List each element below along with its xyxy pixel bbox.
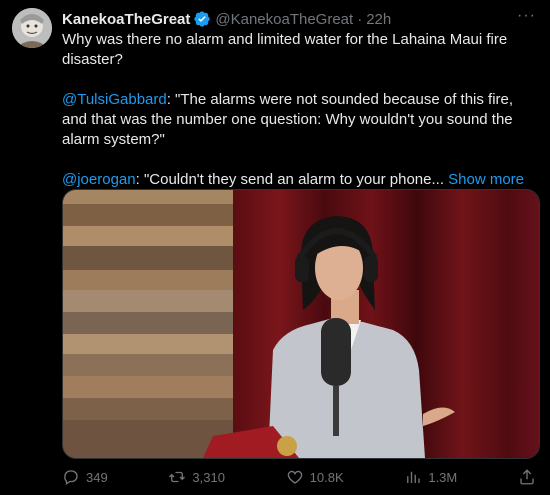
author-name[interactable]: KanekoaTheGreat — [62, 11, 190, 28]
repost-button[interactable]: 3,310 — [168, 468, 225, 486]
views-count: 1.3M — [428, 469, 458, 485]
verified-icon — [193, 10, 211, 28]
views-button[interactable]: 1.3M — [404, 468, 457, 486]
timestamp[interactable]: 22h — [366, 11, 391, 28]
reply-icon — [64, 470, 78, 486]
action-bar: 349 3,310 10.8K 1.3M — [62, 466, 536, 488]
like-button[interactable]: 10.8K — [286, 468, 344, 486]
video-frame-image — [63, 190, 539, 458]
share-icon — [520, 469, 534, 485]
mention-joerogan[interactable]: @joerogan — [62, 171, 136, 188]
like-icon — [287, 470, 302, 484]
reply-button[interactable]: 349 — [62, 468, 108, 486]
share-button[interactable] — [518, 468, 536, 486]
tweet-paragraph-3: @joerogan: "Couldn't they send an alarm … — [62, 170, 534, 190]
tweet-line-1: Why was there no alarm and limited water… — [62, 31, 508, 68]
views-icon — [407, 471, 421, 483]
reply-count: 349 — [86, 469, 108, 485]
separator-dot: · — [357, 10, 363, 28]
author-handle[interactable]: @KanekoaTheGreat — [215, 11, 353, 28]
mention-tulsigabbard[interactable]: @TulsiGabbard — [62, 91, 167, 108]
like-count: 10.8K — [309, 469, 344, 485]
tweet-paragraph-2: @TulsiGabbard: "The alarms were not soun… — [62, 90, 534, 150]
avatar[interactable] — [12, 8, 52, 48]
more-icon[interactable]: ··· — [517, 8, 536, 24]
repost-icon — [169, 471, 186, 483]
show-more-link[interactable]: Show more — [448, 171, 524, 188]
tweet-text: Why was there no alarm and limited water… — [62, 30, 534, 210]
quote-2: : "Couldn't they send an alarm to your p… — [135, 171, 444, 188]
repost-count: 3,310 — [192, 469, 225, 485]
tweet[interactable]: KanekoaTheGreat @KanekoaTheGreat · 22h ·… — [0, 0, 550, 495]
tweet-header: KanekoaTheGreat @KanekoaTheGreat · 22h — [62, 9, 534, 29]
tweet-video[interactable] — [62, 189, 540, 459]
